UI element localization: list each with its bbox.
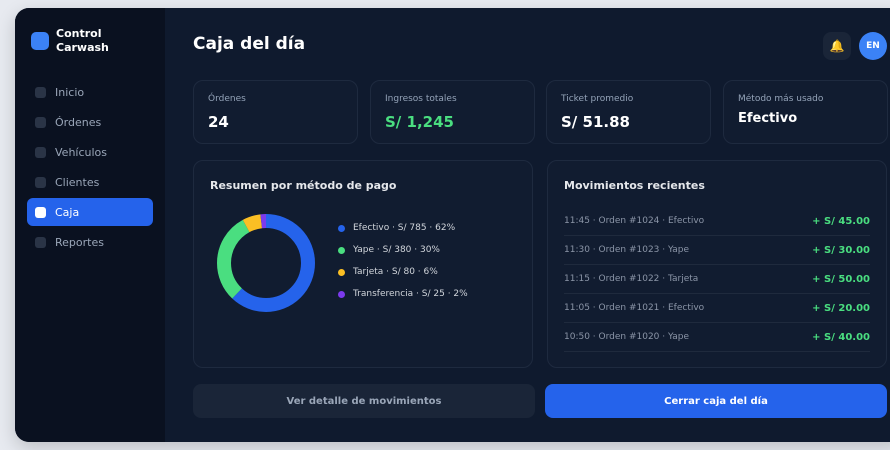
notifications-button[interactable]: 🔔 — [823, 32, 851, 60]
brand-logo-icon — [31, 32, 49, 50]
movement-description: 11:30 · Orden #1023 · Yape — [564, 245, 690, 255]
sidebar-item-label: Clientes — [55, 175, 100, 189]
stat-card-ticket: Ticket promedio S/ 51.88 — [546, 80, 711, 144]
cash-register-icon — [35, 206, 46, 218]
movement-amount: + S/ 40.00 — [812, 331, 870, 343]
legend-label: Tarjeta · S/ 80 · 6% — [353, 267, 438, 277]
list-item[interactable]: 11:15 · Orden #1022 · Tarjeta + S/ 50.00 — [564, 265, 870, 294]
stat-label: Método más usado — [738, 94, 824, 104]
legend-item-transferencia: Transferencia · S/ 25 · 2% — [338, 283, 468, 305]
orders-icon — [35, 116, 46, 128]
sidebar-item-inicio[interactable]: Inicio — [27, 78, 153, 106]
stat-card-ordenes: Órdenes 24 — [193, 80, 358, 144]
bell-icon: 🔔 — [829, 39, 845, 53]
movement-description: 11:05 · Orden #1021 · Efectivo — [564, 303, 705, 313]
avatar[interactable]: EN — [859, 32, 887, 60]
payment-donut-chart — [217, 214, 315, 312]
legend-dot — [338, 246, 345, 254]
sidebar-item-label: Órdenes — [55, 115, 102, 129]
panel-title: Movimientos recientes — [564, 179, 705, 192]
close-cash-register-button[interactable]: Cerrar caja del día — [545, 384, 887, 418]
recent-movements-panel: Movimientos recientes 11:45 · Orden #102… — [547, 160, 887, 368]
sidebar: Control Carwash Inicio Órdenes Vehículos… — [15, 8, 165, 442]
view-movements-detail-button[interactable]: Ver detalle de movimientos — [193, 384, 535, 418]
legend-item-tarjeta: Tarjeta · S/ 80 · 6% — [338, 261, 468, 283]
sidebar-item-label: Vehículos — [55, 145, 108, 159]
stat-card-ingresos: Ingresos totales S/ 1,245 — [370, 80, 535, 144]
stat-label: Órdenes — [208, 94, 246, 104]
list-item[interactable]: 11:45 · Orden #1024 · Efectivo + S/ 45.0… — [564, 207, 870, 236]
legend-label: Efectivo · S/ 785 · 62% — [353, 223, 456, 233]
stat-label: Ticket promedio — [561, 94, 634, 104]
sidebar-nav: Inicio Órdenes Vehículos Clientes Caja R… — [27, 78, 153, 258]
list-item[interactable]: 11:30 · Orden #1023 · Yape + S/ 30.00 — [564, 236, 870, 265]
sidebar-item-label: Reportes — [55, 235, 104, 249]
car-icon — [35, 146, 46, 158]
reports-icon — [35, 236, 46, 248]
movement-amount: + S/ 30.00 — [812, 244, 870, 256]
movement-description: 11:15 · Orden #1022 · Tarjeta — [564, 274, 699, 284]
stat-value: S/ 51.88 — [561, 113, 630, 131]
legend-dot — [338, 224, 345, 232]
legend-label: Transferencia · S/ 25 · 2% — [353, 289, 468, 299]
sidebar-item-vehiculos[interactable]: Vehículos — [27, 138, 153, 166]
movement-description: 10:50 · Orden #1020 · Yape — [564, 332, 690, 342]
brand-line-2: Carwash — [56, 41, 109, 54]
brand-line-1: Control — [56, 27, 102, 40]
movements-list: 11:45 · Orden #1024 · Efectivo + S/ 45.0… — [564, 207, 870, 352]
stat-value: Efectivo — [738, 111, 798, 126]
list-item[interactable]: 10:50 · Orden #1020 · Yape + S/ 40.00 — [564, 323, 870, 352]
main-content: Caja del día 🔔 EN Órdenes 24 Ingresos to… — [165, 8, 890, 442]
brand-name: Control Carwash — [56, 27, 126, 55]
stat-value: 24 — [208, 113, 229, 131]
stat-label: Ingresos totales — [385, 94, 457, 104]
movement-amount: + S/ 50.00 — [812, 273, 870, 285]
movement-description: 11:45 · Orden #1024 · Efectivo — [564, 216, 705, 226]
legend-label: Yape · S/ 380 · 30% — [353, 245, 440, 255]
sidebar-item-label: Inicio — [55, 85, 85, 99]
legend-dot — [338, 268, 345, 276]
legend-dot — [338, 290, 345, 298]
sidebar-item-reportes[interactable]: Reportes — [27, 228, 153, 256]
app-window: Control Carwash Inicio Órdenes Vehículos… — [15, 8, 890, 442]
donut-segments — [217, 214, 315, 312]
home-icon — [35, 86, 46, 98]
legend-item-yape: Yape · S/ 380 · 30% — [338, 239, 468, 261]
page-title: Caja del día — [193, 34, 306, 54]
brand: Control Carwash — [31, 27, 126, 55]
payment-summary-panel: Resumen por método de pago Efectivo · S/… — [193, 160, 533, 368]
sidebar-item-caja[interactable]: Caja — [27, 198, 153, 226]
list-item[interactable]: 11:05 · Orden #1021 · Efectivo + S/ 20.0… — [564, 294, 870, 323]
movement-amount: + S/ 45.00 — [812, 215, 870, 227]
stat-card-metodo: Método más usado Efectivo — [723, 80, 888, 144]
sidebar-item-label: Caja — [55, 205, 80, 219]
users-icon — [35, 176, 46, 188]
panel-title: Resumen por método de pago — [210, 179, 397, 192]
chart-legend: Efectivo · S/ 785 · 62% Yape · S/ 380 · … — [338, 217, 468, 305]
movement-amount: + S/ 20.00 — [812, 302, 870, 314]
sidebar-item-clientes[interactable]: Clientes — [27, 168, 153, 196]
sidebar-item-ordenes[interactable]: Órdenes — [27, 108, 153, 136]
legend-item-efectivo: Efectivo · S/ 785 · 62% — [338, 217, 468, 239]
stat-value: S/ 1,245 — [385, 113, 454, 131]
